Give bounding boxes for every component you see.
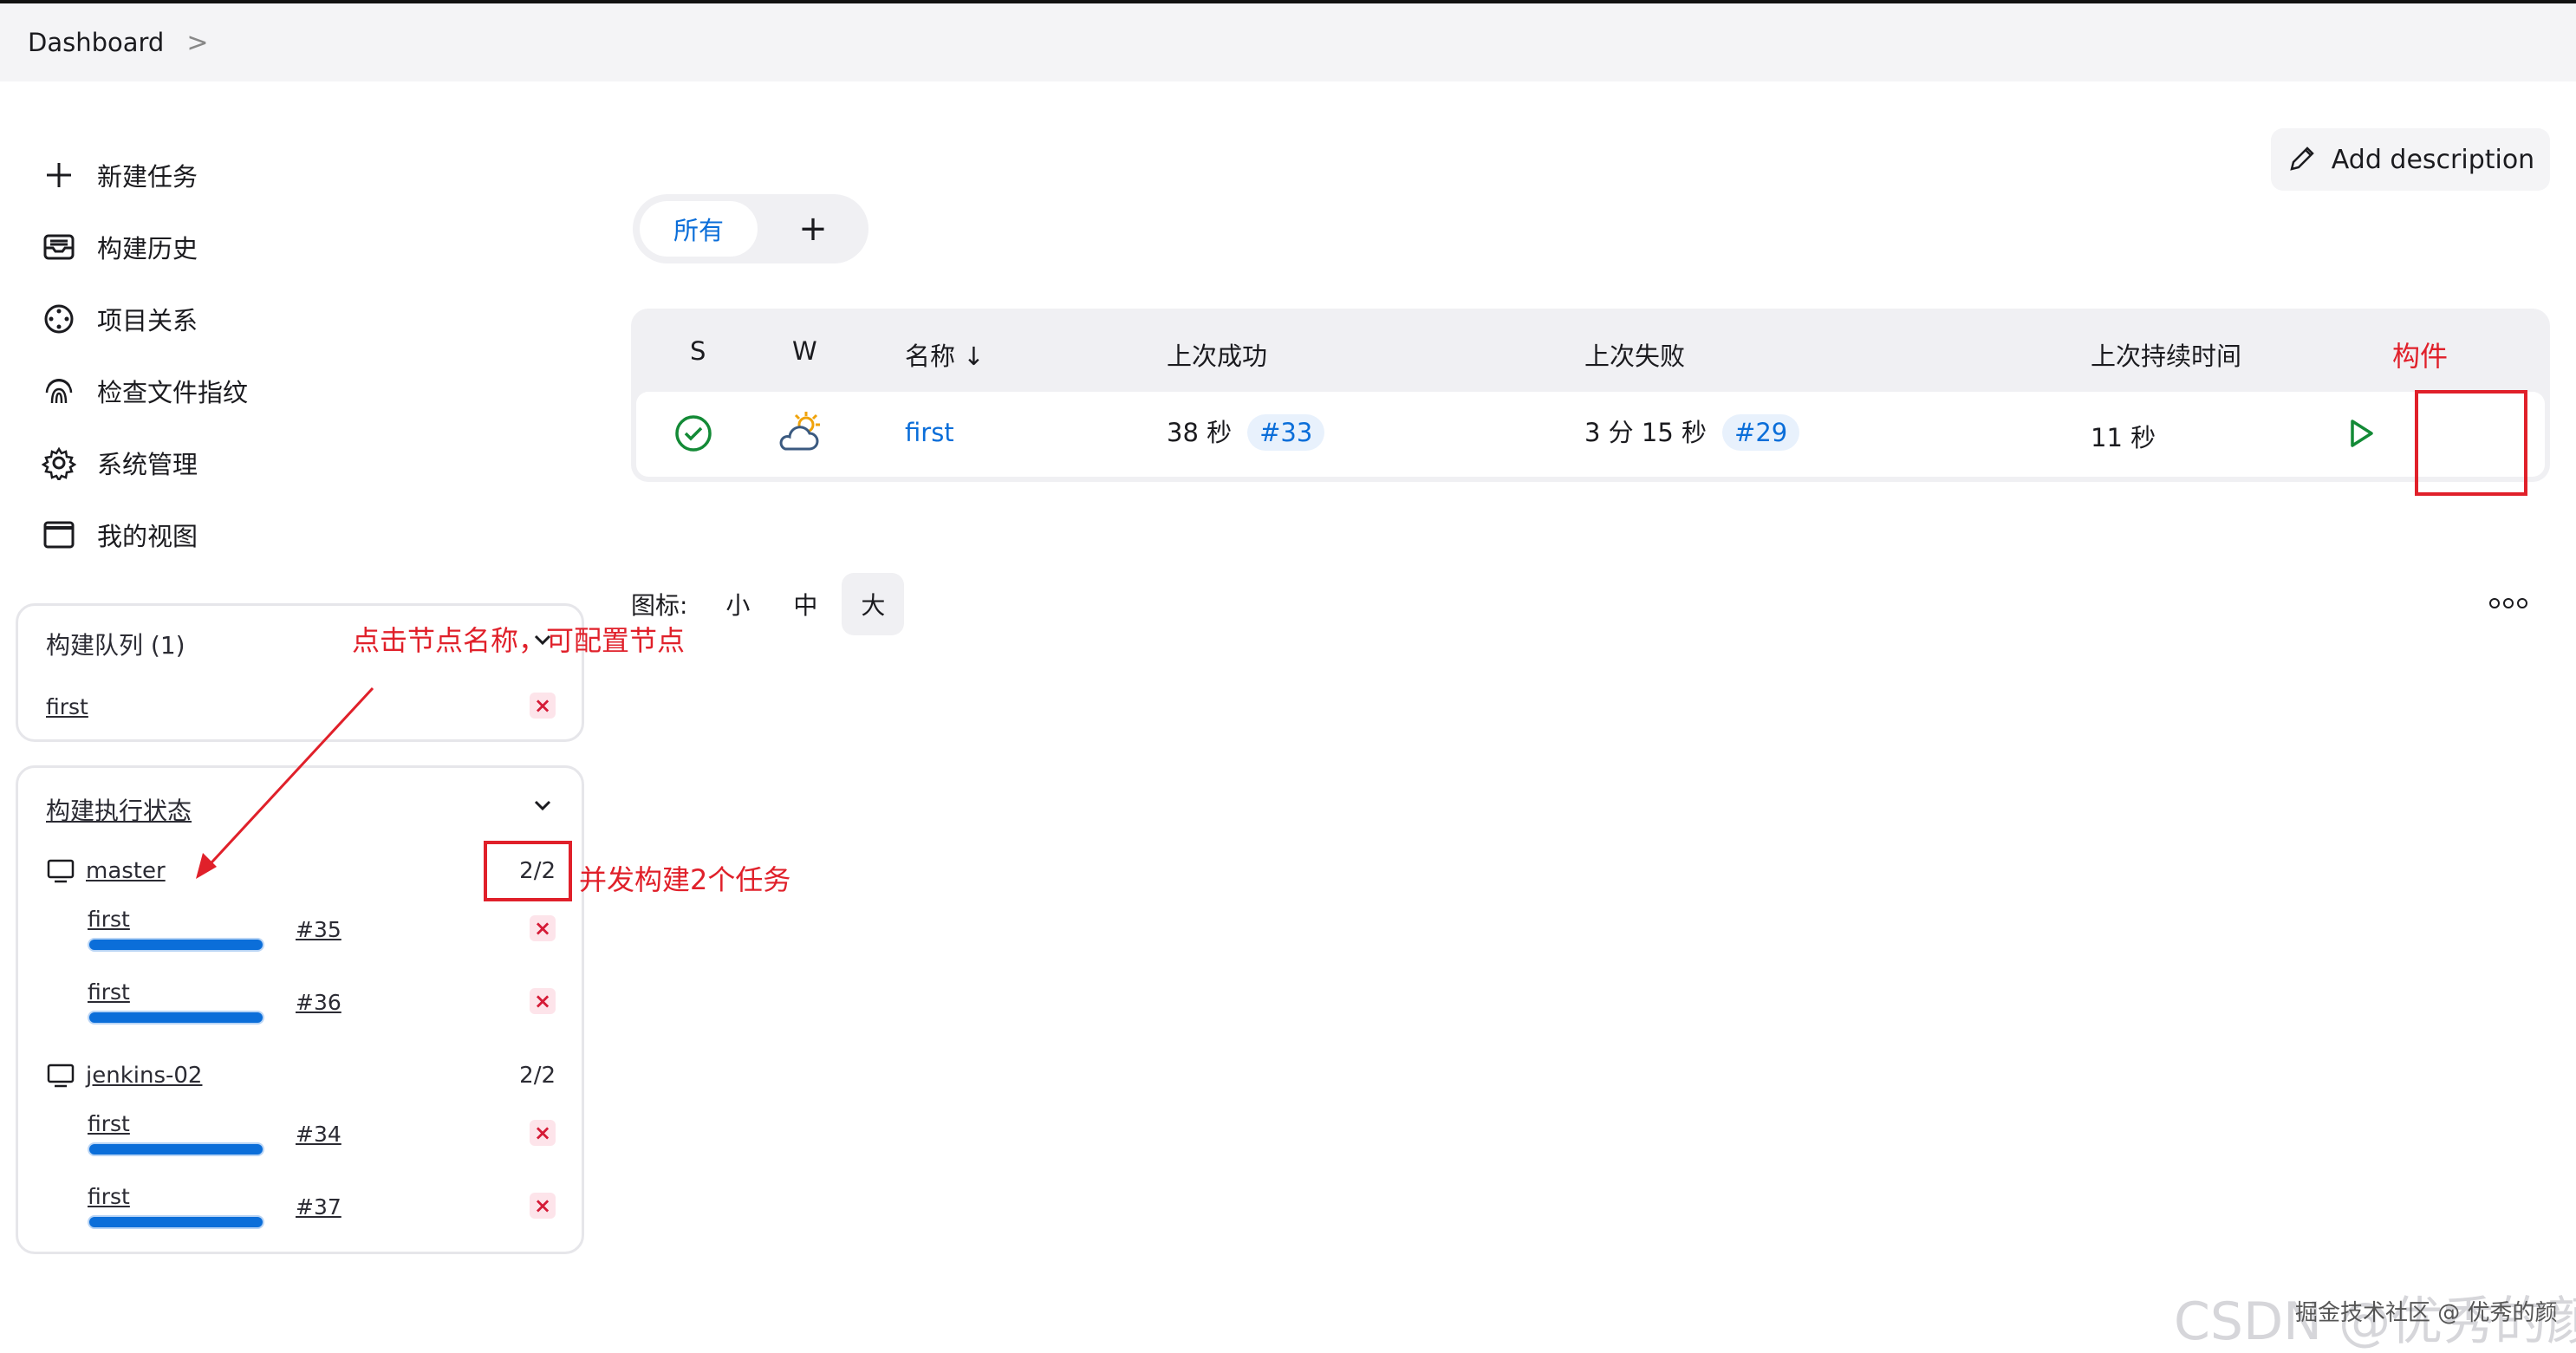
- build-progress-bar: [88, 938, 264, 952]
- chevron-down-icon[interactable]: [530, 792, 556, 818]
- more-options-icon[interactable]: [2489, 595, 2527, 612]
- task-new-item[interactable]: 新建任务: [40, 139, 248, 211]
- build-progress-bar: [88, 1215, 264, 1229]
- new-view-button[interactable]: +: [789, 205, 837, 253]
- window-icon: [40, 516, 78, 554]
- computer-icon: [47, 859, 75, 883]
- computer-icon: [47, 1064, 75, 1088]
- abort-build-button[interactable]: ×: [530, 915, 556, 941]
- node-name-link[interactable]: master: [86, 858, 166, 884]
- icon-size-medium[interactable]: 中: [774, 573, 836, 635]
- last-failure-cell: 3 分 15 秒 #29: [1584, 413, 1800, 451]
- last-duration-cell: 11 秒: [2091, 423, 2156, 452]
- queue-item-link[interactable]: first: [46, 694, 88, 719]
- header-last-success[interactable]: 上次成功: [1167, 336, 1267, 373]
- plus-icon: [40, 156, 78, 194]
- executor-build-number[interactable]: #36: [296, 990, 342, 1015]
- gear-icon: [40, 444, 78, 482]
- task-label: 新建任务: [97, 161, 198, 192]
- task-build-history[interactable]: 构建历史: [40, 211, 248, 283]
- icon-size-small[interactable]: 小: [706, 573, 769, 635]
- icon-size-large[interactable]: 大: [842, 573, 905, 635]
- task-label: 构建历史: [97, 233, 198, 263]
- task-label: 系统管理: [97, 449, 198, 479]
- partly-cloudy-icon: [779, 412, 820, 451]
- node-name-link[interactable]: jenkins-02: [86, 1063, 202, 1089]
- inbox-icon: [40, 228, 78, 266]
- annotation-configure-node: 点击节点名称，可配置节点: [352, 624, 686, 657]
- annotation-concurrent: 并发构建2个任务: [579, 863, 791, 896]
- abort-build-button[interactable]: ×: [530, 1120, 556, 1146]
- executor-job-link[interactable]: first: [88, 907, 130, 932]
- build-progress-bar: [88, 1142, 264, 1156]
- header-weather[interactable]: W: [792, 336, 817, 366]
- task-label: 检查文件指纹: [97, 377, 249, 407]
- annotation-build-box: [2415, 390, 2527, 496]
- node-master: master: [46, 858, 166, 884]
- chevron-right-icon[interactable]: >: [186, 28, 208, 58]
- relationship-icon: [40, 300, 78, 338]
- cancel-queue-item-button[interactable]: ×: [530, 693, 556, 719]
- play-build-icon[interactable]: [2342, 414, 2380, 452]
- header-status[interactable]: S: [690, 336, 706, 366]
- table-row: first 38 秒 #33 3 分 15 秒 #29 11 秒: [636, 392, 2545, 477]
- watermark-juejin: 掘金技术社区 @ 优秀的颜: [2295, 1300, 2558, 1326]
- add-description-label: Add description: [2331, 144, 2535, 175]
- executor-job-link[interactable]: first: [88, 1111, 130, 1136]
- last-failure-build-badge[interactable]: #29: [1722, 414, 1800, 451]
- executor-job-link[interactable]: first: [88, 1184, 130, 1209]
- executor-build-number[interactable]: #37: [296, 1194, 342, 1220]
- header-last-failure[interactable]: 上次失败: [1584, 336, 1685, 373]
- tab-all[interactable]: 所有: [640, 201, 758, 257]
- executor-build-number[interactable]: #34: [296, 1122, 342, 1147]
- executor-job-link[interactable]: first: [88, 979, 130, 1005]
- last-success-cell: 38 秒 #33: [1167, 413, 1325, 451]
- icon-size-label: 图标:: [631, 591, 688, 620]
- add-description-button[interactable]: Add description: [2271, 128, 2550, 191]
- task-fingerprint[interactable]: 检查文件指纹: [40, 355, 248, 426]
- last-failure-time: 3 分 15 秒: [1584, 418, 1708, 447]
- pencil-icon: [2290, 146, 2314, 171]
- task-manage-jenkins[interactable]: 系统管理: [40, 426, 248, 498]
- last-success-time: 38 秒: [1167, 418, 1233, 447]
- abort-build-button[interactable]: ×: [530, 1193, 556, 1219]
- header-last-duration[interactable]: 上次持续时间: [2091, 336, 2241, 373]
- abort-build-button[interactable]: ×: [530, 988, 556, 1014]
- breadcrumb-dashboard[interactable]: Dashboard: [28, 28, 164, 57]
- success-check-icon: [675, 415, 712, 452]
- task-my-views[interactable]: 我的视图: [40, 498, 248, 570]
- view-tabs: 所有 +: [633, 194, 868, 263]
- job-name-link[interactable]: first: [905, 418, 954, 447]
- task-label: 项目关系: [97, 305, 198, 335]
- sidebar-tasks: 新建任务 构建历史 项目关系 检查文件指纹 系统管理 我的视图: [40, 139, 248, 570]
- annotation-build-label: 构件: [2392, 340, 2449, 373]
- breadcrumb: Dashboard >: [0, 3, 2576, 81]
- task-project-relationship[interactable]: 项目关系: [40, 283, 248, 355]
- jobs-table: S W 名称 ↓ 上次成功 上次失败 上次持续时间 first 38 秒 #33 …: [631, 309, 2550, 482]
- build-queue-title: 构建队列 (1): [46, 631, 185, 660]
- node-jenkins-02: jenkins-02: [46, 1063, 202, 1089]
- last-success-build-badge[interactable]: #33: [1247, 414, 1325, 451]
- header-name[interactable]: 名称 ↓: [905, 336, 985, 373]
- task-label: 我的视图: [97, 521, 198, 551]
- table-header: S W 名称 ↓ 上次成功 上次失败 上次持续时间: [631, 309, 2550, 392]
- executor-status-title[interactable]: 构建执行状态: [46, 792, 192, 827]
- fingerprint-icon: [40, 372, 78, 410]
- executor-build-number[interactable]: #35: [296, 917, 342, 942]
- node-executor-count: 2/2: [519, 1063, 556, 1089]
- annotation-arrow-icon: [196, 686, 374, 879]
- annotation-concurrent-box: [484, 841, 572, 901]
- build-progress-bar: [88, 1011, 264, 1025]
